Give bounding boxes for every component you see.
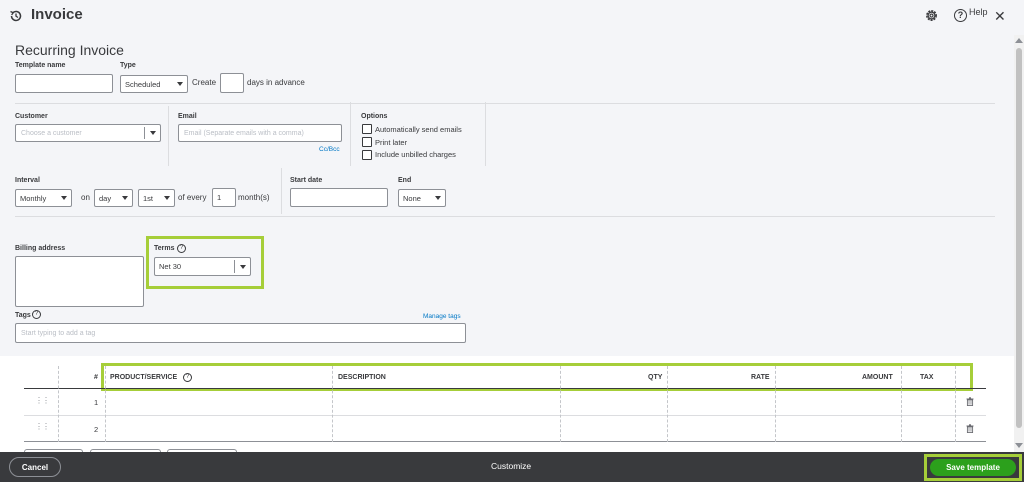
divider <box>485 102 486 166</box>
customer-select[interactable]: Choose a customer <box>15 124 161 142</box>
start-date-label: Start date <box>290 177 323 184</box>
cc-bcc-link[interactable]: Cc/Bcc <box>319 146 340 153</box>
interval-select[interactable]: Monthly <box>15 189 72 207</box>
close-icon[interactable]: ✕ <box>994 9 1006 23</box>
divider <box>281 168 282 214</box>
drag-handle-icon[interactable]: ⋮⋮ <box>35 397 50 405</box>
ordinal-select[interactable]: 1st <box>138 189 175 207</box>
drag-handle-icon[interactable]: ⋮⋮ <box>35 423 50 431</box>
row-divider <box>24 441 986 442</box>
col-header-rate: RATE <box>751 374 770 381</box>
print-later-label: Print later <box>375 138 408 147</box>
type-label: Type <box>120 62 136 69</box>
email-field[interactable]: Email (Separate emails with a comma) <box>178 124 342 142</box>
of-every-label: of every <box>178 193 207 202</box>
col-header-amount: AMOUNT <box>862 374 893 381</box>
billing-address-label: Billing address <box>15 245 66 252</box>
save-template-button[interactable]: Save template <box>930 459 1016 476</box>
every-input[interactable]: 1 <box>212 188 236 207</box>
billing-address-input[interactable] <box>15 256 144 307</box>
top-bar <box>0 0 1024 34</box>
start-date-input[interactable] <box>290 188 388 207</box>
terms-select-value: Net 30 <box>159 262 182 271</box>
col-header-tax: TAX <box>920 374 934 381</box>
col-header-product: PRODUCT/SERVICE <box>110 374 178 381</box>
help-label: Help <box>969 7 988 17</box>
chevron-down-icon <box>150 131 156 135</box>
select-divider <box>144 127 145 139</box>
cancel-button[interactable]: Cancel <box>9 457 61 477</box>
tags-label: Tags <box>15 312 31 319</box>
gear-icon[interactable] <box>924 8 939 23</box>
col-header-description: DESCRIPTION <box>338 374 386 381</box>
print-later-checkbox[interactable] <box>362 137 372 147</box>
chevron-down-icon <box>177 82 183 86</box>
scrollbar-thumb[interactable] <box>1016 48 1022 428</box>
days-in-advance-input[interactable] <box>220 73 244 93</box>
create-label: Create <box>192 78 217 87</box>
ordinal-select-value: 1st <box>143 193 154 203</box>
manage-tags-link[interactable]: Manage tags <box>423 313 461 320</box>
customize-button[interactable]: Customize <box>491 461 531 471</box>
help-button[interactable]: ? Help <box>954 7 988 22</box>
auto-send-label: Automatically send emails <box>375 125 462 134</box>
chevron-down-icon <box>61 196 67 200</box>
unbilled-charges-checkbox[interactable] <box>362 150 372 160</box>
day-select[interactable]: day <box>94 189 133 207</box>
scroll-down-icon[interactable] <box>1015 443 1023 448</box>
end-label: End <box>398 177 412 184</box>
page-header-title: Invoice <box>31 6 83 23</box>
divider <box>168 106 169 166</box>
terms-select[interactable]: Net 30 <box>154 257 251 276</box>
table-row[interactable] <box>24 389 986 415</box>
product-help-icon[interactable]: ? <box>183 373 192 382</box>
trash-icon[interactable] <box>966 424 974 433</box>
unbilled-charges-label: Include unbilled charges <box>375 150 456 159</box>
scroll-up-icon[interactable] <box>1015 38 1023 43</box>
days-in-advance-label: days in advance <box>247 78 305 87</box>
row-num: 2 <box>94 425 99 434</box>
type-select[interactable]: Scheduled <box>120 75 188 93</box>
divider <box>350 102 351 166</box>
interval-select-value: Monthly <box>20 193 47 203</box>
on-label: on <box>81 193 90 202</box>
customer-placeholder: Choose a customer <box>21 129 82 137</box>
divider <box>15 216 995 217</box>
table-row[interactable] <box>24 416 986 441</box>
col-header-num: # <box>94 374 98 381</box>
terms-label: Terms <box>154 245 175 252</box>
options-label: Options <box>361 113 388 120</box>
auto-send-checkbox[interactable] <box>362 124 372 134</box>
tags-help-icon[interactable]: ? <box>32 310 41 319</box>
email-placeholder: Email (Separate emails with a comma) <box>184 129 304 137</box>
tags-input[interactable]: Start typing to add a tag <box>15 323 466 343</box>
select-divider <box>234 260 235 273</box>
customer-label: Customer <box>15 113 48 120</box>
chevron-down-icon <box>435 196 441 200</box>
type-select-value: Scheduled <box>125 79 161 89</box>
tags-placeholder: Start typing to add a tag <box>21 329 96 337</box>
day-select-value: day <box>99 193 112 203</box>
months-label: month(s) <box>238 193 270 202</box>
end-select[interactable]: None <box>398 189 446 207</box>
col-header-qty: QTY <box>648 374 663 381</box>
chevron-down-icon <box>164 196 170 200</box>
chevron-down-icon <box>240 264 246 269</box>
chevron-down-icon <box>122 196 128 200</box>
end-select-value: None <box>403 193 421 203</box>
help-icon: ? <box>954 9 967 22</box>
row-num: 1 <box>94 398 99 407</box>
table-header-highlight <box>101 363 973 391</box>
template-name-label: Template name <box>15 62 66 69</box>
page-title: Recurring Invoice <box>15 42 124 58</box>
interval-label: Interval <box>15 177 40 184</box>
template-name-input[interactable] <box>15 74 113 93</box>
trash-icon[interactable] <box>966 397 974 406</box>
email-label: Email <box>178 113 197 120</box>
divider <box>15 103 995 104</box>
history-icon[interactable] <box>9 9 23 23</box>
terms-help-icon[interactable]: ? <box>177 244 186 253</box>
